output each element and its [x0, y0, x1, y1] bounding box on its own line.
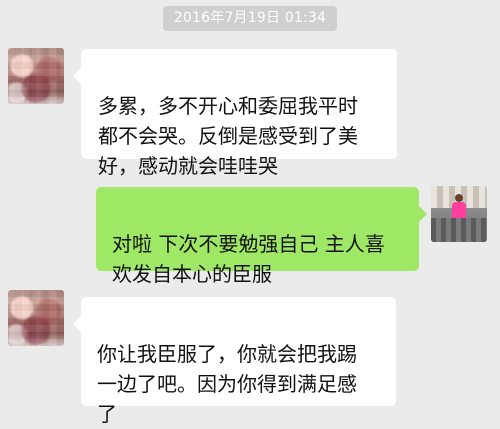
incoming-avatar-2 [8, 290, 64, 346]
outgoing-message-bubble: 对啦 下次不要勉强自己 主人喜 欢发自本心的臣服 [96, 187, 427, 286]
avatar-head [455, 194, 463, 202]
incoming-avatar-1 [8, 48, 64, 104]
avatar-legs [455, 219, 463, 236]
chat-timestamp: 2016年7月19日 01:34 [163, 6, 337, 31]
incoming-message-text-1: 多累，多不开心和委屈我平时 都不会哭。反倒是感受到了美 好，感动就会哇哇哭 [98, 94, 358, 178]
outgoing-avatar [431, 186, 487, 242]
incoming-message-bubble-2: 你让我臣服了，你就会把我踢 一边了吧。因为你得到满足感 了 [73, 297, 396, 426]
avatar-torso [452, 202, 466, 219]
outgoing-message-text: 对啦 下次不要勉强自己 主人喜 欢发自本心的臣服 [112, 232, 385, 286]
incoming-message-bubble-1: 多累，多不开心和委屈我平时 都不会哭。反倒是感受到了美 好，感动就会哇哇哭 [73, 49, 397, 178]
avatar-person [450, 194, 468, 238]
incoming-message-text-2: 你让我臣服了，你就会把我踢 一边了吧。因为你得到满足感 了 [97, 342, 357, 426]
